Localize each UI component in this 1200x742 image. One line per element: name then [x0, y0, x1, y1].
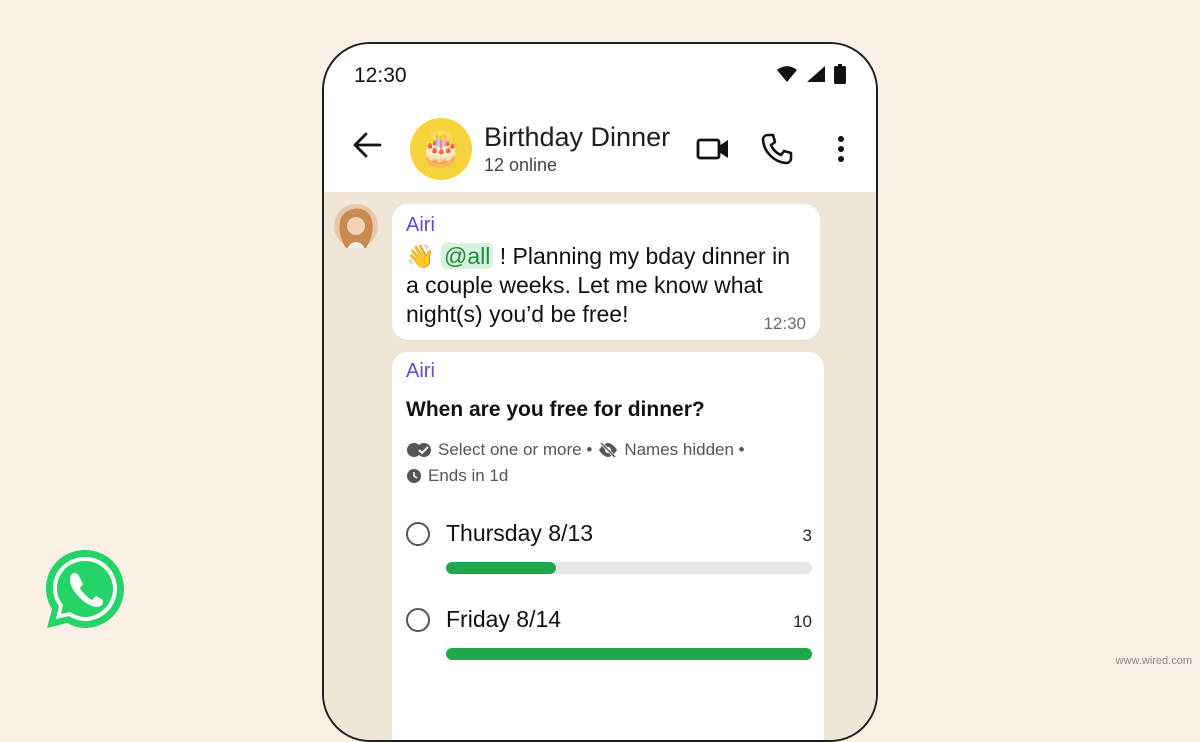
poll-meta-line2: Ends in 1d	[406, 466, 508, 486]
double-check-icon	[407, 443, 431, 457]
chat-header: 12:30 🎂 Birthday Dinner 12 online	[324, 44, 876, 192]
poll-option-2-radio[interactable]	[406, 608, 430, 632]
status-time: 12:30	[354, 64, 407, 87]
back-arrow-icon[interactable]	[350, 128, 384, 162]
poll-option-2-bar	[446, 648, 812, 660]
poll-option-1-bar	[446, 562, 812, 574]
poll-option-1-radio[interactable]	[406, 522, 430, 546]
poll-option-2-bar-fill	[446, 648, 812, 660]
wave-emoji: 👋	[406, 243, 435, 269]
poll-question: When are you free for dinner?	[406, 398, 705, 421]
chat-title[interactable]: Birthday Dinner	[484, 122, 670, 153]
poll-bubble: Airi When are you free for dinner? Selec…	[392, 352, 824, 740]
sender-name[interactable]: Airi	[406, 214, 435, 237]
group-avatar[interactable]: 🎂	[410, 118, 472, 180]
message-line2: a couple weeks. Let me know what	[406, 272, 763, 298]
phone-frame: 12:30 🎂 Birthday Dinner 12 online Airi 👋…	[322, 42, 878, 742]
poll-option-1-label[interactable]: Thursday 8/13	[446, 520, 593, 547]
poll-option-2-label[interactable]: Friday 8/14	[446, 606, 561, 633]
sender-avatar[interactable]	[334, 204, 378, 248]
signal-icon	[807, 66, 825, 82]
poll-meta-line1: Select one or more • Names hidden •	[406, 440, 745, 460]
poll-ends: Ends in 1d	[428, 466, 509, 485]
message-line1: ! Planning my bday dinner in	[493, 243, 791, 269]
poll-names-hidden: Names hidden •	[624, 440, 745, 459]
message-line3: night(s) you’d be free!	[406, 301, 629, 327]
cake-icon: 🎂	[419, 130, 463, 168]
more-options-icon[interactable]	[824, 132, 858, 166]
poll-option-1-count: 3	[802, 526, 812, 545]
message-time: 12:30	[763, 314, 806, 333]
eye-off-icon	[599, 442, 618, 458]
message-bubble[interactable]: Airi 👋 @all ! Planning my bday dinner in…	[392, 204, 820, 340]
source-credit: www.wired.com	[1115, 655, 1192, 667]
battery-icon	[834, 64, 846, 84]
poll-option-2-count: 10	[793, 612, 812, 631]
online-count: 12 online	[484, 155, 558, 175]
poll-select-mode: Select one or more •	[438, 440, 593, 459]
status-icons	[776, 64, 846, 84]
video-call-icon[interactable]	[696, 132, 730, 166]
whatsapp-logo-icon	[46, 550, 124, 628]
wifi-icon	[777, 66, 797, 82]
clock-icon	[407, 469, 421, 483]
poll-option-1-bar-fill	[446, 562, 556, 574]
mention-all[interactable]: @all	[441, 243, 494, 269]
poll-sender-name[interactable]: Airi	[406, 360, 435, 383]
message-text: 👋 @all ! Planning my bday dinner in a co…	[406, 242, 816, 329]
voice-call-icon[interactable]	[760, 132, 794, 166]
